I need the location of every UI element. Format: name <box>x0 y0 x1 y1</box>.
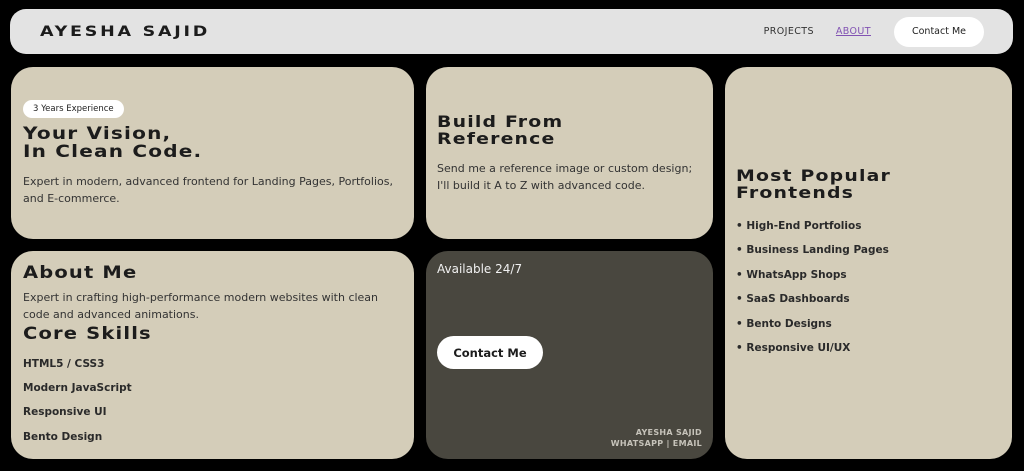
popular-frontends-card: Most Popular Frontends • High-End Portfo… <box>725 67 1012 459</box>
vision-heading-line2: In Clean Code. <box>23 141 203 162</box>
list-item: • Bento Designs <box>736 317 832 330</box>
nav-link-projects[interactable]: PROJECTS <box>764 26 814 37</box>
list-item: • High-End Portfolios <box>736 220 862 232</box>
vision-heading: Your Vision, In Clean Code. <box>23 125 283 162</box>
reference-card: Build From Reference Send me a reference… <box>426 67 713 239</box>
contact-me-button[interactable]: Contact Me <box>437 336 543 369</box>
list-item: • Responsive UI/UX <box>736 341 851 354</box>
contact-card: Available 24/7 Contact Me AYESHA SAJID W… <box>426 251 713 459</box>
vision-description: Expert in modern, advanced frontend for … <box>23 175 393 205</box>
about-card: About Me Expert in crafting high-perform… <box>11 251 414 459</box>
popular-heading: Most Popular Frontends <box>736 166 892 202</box>
signature-name: AYESHA SAJID <box>635 428 702 437</box>
signature-links[interactable]: WHATSAPP | EMAIL <box>611 438 702 449</box>
reference-description: Send me a reference image or custom desi… <box>437 162 693 192</box>
experience-badge: 3 Years Experience <box>23 100 124 118</box>
list-item: Responsive UI <box>23 406 107 419</box>
signature: AYESHA SAJID WHATSAPP | EMAIL <box>611 427 702 449</box>
about-description: Expert in crafting high-performance mode… <box>23 291 379 321</box>
skills-heading: Core Skills <box>23 324 152 343</box>
page: AYESHA SAJID PROJECTS ABOUT Contact Me 3… <box>0 0 1024 471</box>
header-contact-button[interactable]: Contact Me <box>894 16 984 47</box>
popular-list: • High-End Portfolios • Business Landing… <box>736 218 889 364</box>
skills-list: HTML5 / CSS3 Modern JavaScript Responsiv… <box>23 356 132 453</box>
list-item: HTML5 / CSS3 <box>23 358 105 370</box>
list-item: Bento Design <box>23 430 103 443</box>
main-nav: PROJECTS ABOUT Contact Me <box>764 16 984 47</box>
vision-card: 3 Years Experience Your Vision, In Clean… <box>11 67 414 239</box>
list-item: Modern JavaScript <box>23 382 132 395</box>
brand-logo[interactable]: AYESHA SAJID <box>40 24 210 40</box>
list-item: • WhatsApp Shops <box>736 268 847 281</box>
reference-heading: Build From Reference <box>437 112 564 148</box>
nav-link-about[interactable]: ABOUT <box>836 26 871 37</box>
list-item: • Business Landing Pages <box>736 244 889 257</box>
list-item: • SaaS Dashboards <box>736 293 850 306</box>
about-heading: About Me <box>23 263 138 282</box>
top-navbar: AYESHA SAJID PROJECTS ABOUT Contact Me <box>10 9 1013 54</box>
availability-text: Available 24/7 <box>437 262 523 276</box>
